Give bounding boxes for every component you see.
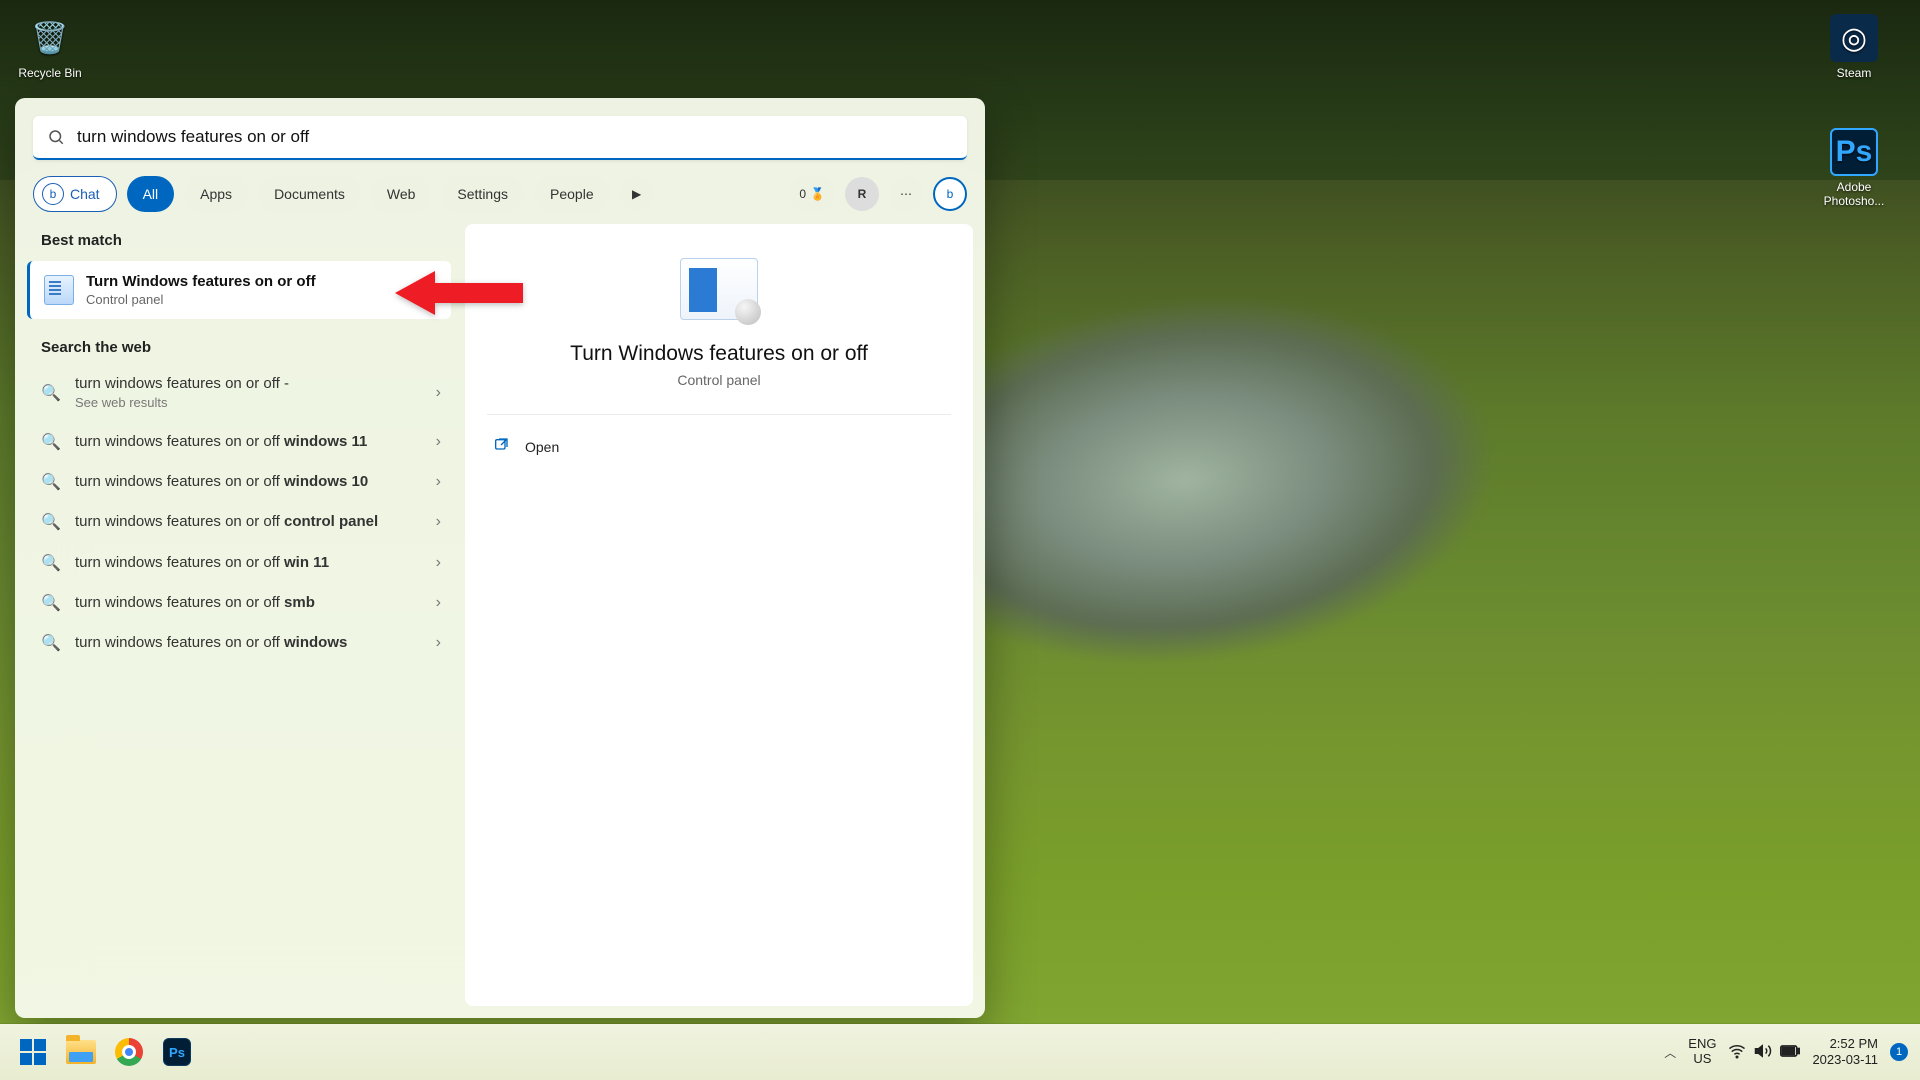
web-result[interactable]: 🔍 turn windows features on or off window…: [27, 422, 451, 462]
search-icon: 🔍: [41, 633, 61, 653]
best-match-title: Turn Windows features on or off: [86, 273, 316, 290]
recycle-bin-label: Recycle Bin: [12, 66, 88, 80]
filter-documents[interactable]: Documents: [258, 176, 361, 212]
language-indicator[interactable]: ENG US: [1688, 1037, 1716, 1067]
chrome-button[interactable]: [108, 1031, 150, 1073]
system-tray: ︿ ENG US 2:52 PM 2023-03-11 1: [1664, 1036, 1908, 1067]
windows-logo-icon: [20, 1039, 46, 1065]
chevron-right-icon: ›: [436, 554, 441, 572]
chevron-right-icon: ›: [436, 473, 441, 491]
quick-settings[interactable]: [1728, 1042, 1800, 1063]
photoshop-taskbar-icon: Ps: [163, 1038, 191, 1066]
filter-web[interactable]: Web: [371, 176, 432, 212]
web-result[interactable]: 🔍 turn windows features on or off window…: [27, 623, 451, 663]
chevron-right-icon: ›: [436, 634, 441, 652]
chrome-icon: [115, 1038, 143, 1066]
photoshop-icon[interactable]: Ps Adobe Photosho...: [1810, 128, 1898, 208]
web-result[interactable]: 🔍 turn windows features on or off win 11…: [27, 543, 451, 583]
start-search-panel: b Chat All Apps Documents Web Settings P…: [15, 98, 985, 1018]
volume-icon: [1754, 1042, 1772, 1063]
open-label: Open: [525, 439, 559, 455]
wifi-icon: [1728, 1042, 1746, 1063]
taskbar: Ps ︿ ENG US 2:52 PM 2023-03-11 1: [0, 1024, 1920, 1080]
control-panel-large-icon: [680, 258, 758, 320]
chevron-right-icon: ›: [436, 594, 441, 612]
search-web-heading: Search the web: [27, 331, 451, 364]
search-input[interactable]: [77, 127, 953, 147]
bing-chat-icon: b: [42, 183, 64, 205]
control-panel-icon: [44, 275, 74, 305]
filter-row: b Chat All Apps Documents Web Settings P…: [33, 176, 967, 212]
filter-more-icon[interactable]: ▶: [620, 177, 654, 211]
search-icon: [47, 128, 65, 146]
notification-badge[interactable]: 1: [1890, 1043, 1908, 1061]
chevron-right-icon: ›: [436, 433, 441, 451]
open-action[interactable]: Open: [487, 427, 951, 466]
clock[interactable]: 2:52 PM 2023-03-11: [1812, 1036, 1878, 1067]
chevron-right-icon: ›: [436, 513, 441, 531]
search-icon: 🔍: [41, 553, 61, 573]
steam-icon[interactable]: ◎ Steam: [1816, 14, 1892, 80]
start-button[interactable]: [12, 1031, 54, 1073]
filter-apps[interactable]: Apps: [184, 176, 248, 212]
result-preview-pane: Turn Windows features on or off Control …: [465, 224, 973, 1006]
rewards-badge[interactable]: 0🏅: [789, 177, 835, 211]
steam-label: Steam: [1816, 66, 1892, 80]
filter-settings[interactable]: Settings: [441, 176, 524, 212]
web-result[interactable]: 🔍 turn windows features on or off smb ›: [27, 583, 451, 623]
file-explorer-button[interactable]: [60, 1031, 102, 1073]
search-bar[interactable]: [33, 116, 967, 160]
search-icon: 🔍: [41, 432, 61, 452]
preview-title: Turn Windows features on or off: [570, 342, 868, 366]
search-icon: 🔍: [41, 593, 61, 613]
best-match-subtitle: Control panel: [86, 292, 316, 307]
photoshop-taskbar-button[interactable]: Ps: [156, 1031, 198, 1073]
medal-icon: 🏅: [810, 187, 825, 201]
recycle-bin-icon[interactable]: 🗑️ Recycle Bin: [12, 14, 88, 80]
overflow-icon[interactable]: ⋯: [889, 177, 923, 211]
search-icon: 🔍: [41, 383, 61, 403]
battery-icon: [1780, 1044, 1800, 1061]
filter-all[interactable]: All: [127, 176, 175, 212]
folder-icon: [66, 1040, 96, 1064]
results-column: Best match Turn Windows features on or o…: [27, 224, 451, 1006]
search-icon: 🔍: [41, 472, 61, 492]
bing-icon[interactable]: b: [933, 177, 967, 211]
web-results-list: 🔍 turn windows features on or off - See …: [27, 364, 451, 663]
preview-subtitle: Control panel: [677, 372, 760, 388]
chevron-right-icon: ›: [436, 384, 441, 402]
web-result[interactable]: 🔍 turn windows features on or off contro…: [27, 502, 451, 542]
open-icon: [493, 437, 509, 456]
web-result[interactable]: 🔍 turn windows features on or off window…: [27, 462, 451, 502]
best-match-heading: Best match: [27, 224, 451, 257]
user-avatar[interactable]: R: [845, 177, 879, 211]
web-result[interactable]: 🔍 turn windows features on or off - See …: [27, 364, 451, 422]
tray-overflow-icon[interactable]: ︿: [1664, 1044, 1676, 1061]
best-match-result[interactable]: Turn Windows features on or off Control …: [27, 261, 451, 319]
divider: [487, 414, 951, 415]
filter-people[interactable]: People: [534, 176, 610, 212]
search-icon: 🔍: [41, 512, 61, 532]
chat-pill[interactable]: b Chat: [33, 176, 117, 212]
photoshop-label: Adobe Photosho...: [1810, 180, 1898, 208]
